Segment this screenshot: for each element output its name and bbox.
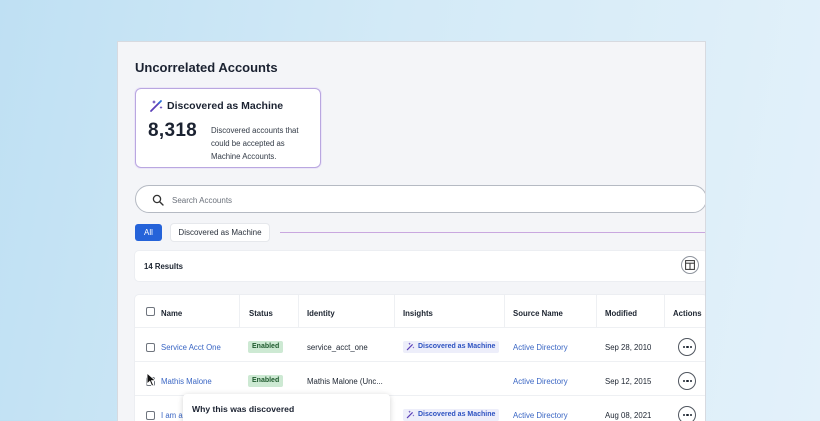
filter-all-button[interactable]: All xyxy=(135,224,162,241)
table-columns-icon xyxy=(685,260,695,270)
column-divider xyxy=(298,295,299,327)
page-title: Uncorrelated Accounts xyxy=(135,60,278,75)
row-actions-button[interactable] xyxy=(678,338,696,356)
card-description: Discovered accounts that could be accept… xyxy=(211,126,299,161)
status-badge: Enabled xyxy=(248,375,284,387)
header-divider xyxy=(135,327,705,328)
search-bar[interactable] xyxy=(135,185,705,213)
column-header-source-name[interactable]: Source Name xyxy=(513,309,563,318)
insight-label: Discovered as Machine xyxy=(418,343,496,350)
account-name-link[interactable]: Service Acct One xyxy=(161,343,221,352)
column-divider xyxy=(394,295,395,327)
row-divider xyxy=(135,361,705,362)
more-dot xyxy=(682,414,685,417)
column-header-insights[interactable]: Insights xyxy=(403,309,433,318)
more-dot xyxy=(686,414,689,417)
more-dot xyxy=(690,414,693,417)
account-name-link[interactable]: I am a xyxy=(161,411,183,420)
insight-label: Discovered as Machine xyxy=(418,411,496,418)
more-dot xyxy=(682,346,685,349)
source-name-link[interactable]: Active Directory xyxy=(513,343,568,352)
more-dot xyxy=(686,380,689,383)
modified-date: Sep 28, 2010 xyxy=(605,343,652,352)
column-divider xyxy=(664,295,665,327)
search-input[interactable] xyxy=(170,190,674,210)
row-checkbox[interactable] xyxy=(146,411,155,420)
status-badge: Enabled xyxy=(248,341,284,353)
row-actions-button[interactable] xyxy=(678,406,696,421)
discovered-as-machine-card[interactable]: Discovered as Machine 8,318 Discovered a… xyxy=(135,88,321,168)
card-title: Discovered as Machine xyxy=(167,100,284,112)
uncorrelated-accounts-panel: Uncorrelated Accounts Discovered as Mach… xyxy=(117,41,706,421)
magic-wand-icon xyxy=(150,100,163,112)
column-header-status[interactable]: Status xyxy=(249,309,273,318)
more-dot xyxy=(682,380,685,383)
card-count: 8,318 xyxy=(148,120,198,141)
results-count: 14 Results xyxy=(144,262,184,271)
results-toolbar: 14 Results xyxy=(135,251,705,281)
account-name-link[interactable]: Mathis Malone xyxy=(161,377,212,386)
more-dot xyxy=(686,346,689,349)
column-header-modified[interactable]: Modified xyxy=(605,309,637,318)
column-divider xyxy=(596,295,597,327)
magic-wand-icon xyxy=(406,410,415,419)
column-divider xyxy=(239,295,240,327)
column-header-name[interactable]: Name xyxy=(161,309,182,318)
more-dot xyxy=(690,380,693,383)
identity-value: service_acct_one xyxy=(307,343,368,352)
row-actions-button[interactable] xyxy=(678,372,696,390)
source-name-link[interactable]: Active Directory xyxy=(513,411,568,420)
search-icon xyxy=(152,194,164,206)
source-name-link[interactable]: Active Directory xyxy=(513,377,568,386)
columns-button[interactable] xyxy=(681,256,699,274)
magic-wand-icon xyxy=(406,342,415,351)
identity-value: Mathis Malone (Unc... xyxy=(307,377,383,386)
modified-date: Sep 12, 2015 xyxy=(605,377,652,386)
column-divider xyxy=(504,295,505,327)
column-header-identity[interactable]: Identity xyxy=(307,309,335,318)
filter-divider xyxy=(280,232,705,233)
filter-discovered-as-machine-button[interactable]: Discovered as Machine xyxy=(171,224,269,241)
row-checkbox[interactable] xyxy=(146,343,155,352)
insight-badge: Discovered as Machine xyxy=(403,341,500,353)
tooltip-title: Why this was discovered xyxy=(192,404,295,414)
modified-date: Aug 08, 2021 xyxy=(605,411,652,420)
select-all-checkbox[interactable] xyxy=(146,307,155,316)
insight-badge: Discovered as Machine xyxy=(403,409,500,421)
column-header-actions: Actions xyxy=(673,309,702,318)
insight-tooltip: Why this was discovered xyxy=(183,394,390,421)
more-dot xyxy=(690,346,693,349)
mouse-pointer-icon xyxy=(146,372,157,387)
